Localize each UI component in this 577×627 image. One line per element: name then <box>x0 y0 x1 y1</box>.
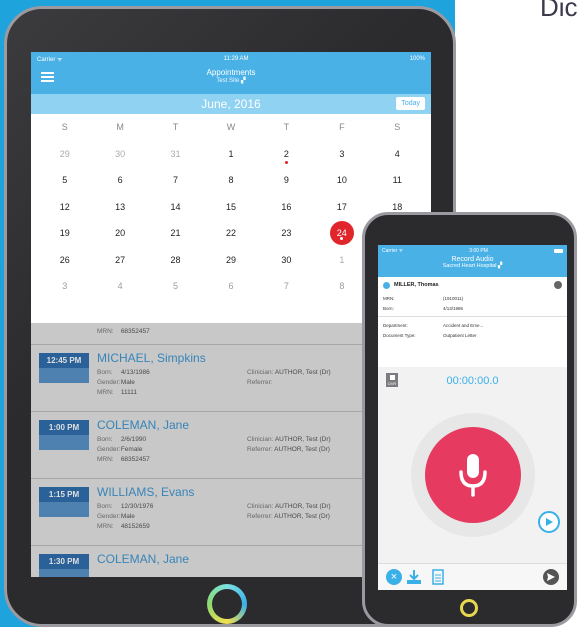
patient-header[interactable]: MILLER, Thomas <box>378 277 567 293</box>
patient-field: Document Type: Outpatient Letter <box>383 332 477 338</box>
calendar-day[interactable]: 30 <box>259 255 314 265</box>
nav-bar: Appointments Test Site ▞ <box>31 66 431 94</box>
user-icon <box>383 281 390 289</box>
document-icon[interactable] <box>430 569 446 585</box>
calendar-day[interactable]: 3 <box>37 281 92 291</box>
phone-carrier-label: Carrier ᯤ <box>382 247 404 254</box>
weekday-label: T <box>283 122 290 133</box>
building-icon: ▞ <box>241 78 246 84</box>
calendar-day[interactable]: 4 <box>92 281 147 291</box>
patient-field: Born: 4/13/1986 <box>383 305 464 311</box>
calendar-day[interactable]: 31 <box>148 149 203 159</box>
battery-icon <box>553 248 563 253</box>
calendar-day[interactable]: 17 <box>314 202 369 212</box>
phone-screen: Carrier ᯤ 3:00 PM Record Audio Sacred He… <box>378 245 567 590</box>
carrier-label: Carrier ᯤ <box>37 57 63 63</box>
calendar-day[interactable]: 30 <box>92 149 147 159</box>
play-button[interactable] <box>538 511 560 533</box>
month-label: June, 2016 <box>201 97 261 111</box>
month-header: June, 2016 Today <box>31 94 431 114</box>
calendar-day[interactable]: 20 <box>92 228 147 238</box>
weekday-label: F <box>339 122 345 133</box>
calendar-day[interactable]: 16 <box>259 202 314 212</box>
weekday-label: T <box>172 122 179 133</box>
download-icon[interactable] <box>406 569 422 585</box>
weekday-label: S <box>61 122 68 133</box>
phone-device: Carrier ᯤ 3:00 PM Record Audio Sacred He… <box>362 212 577 627</box>
calendar-day[interactable]: 7 <box>148 175 203 185</box>
calendar-day[interactable]: 9 <box>259 175 314 185</box>
battery-label: 100% <box>409 56 425 62</box>
calendar-day[interactable]: 19 <box>37 228 92 238</box>
weekday-label: W <box>226 122 236 133</box>
phone-time-label: 3:00 PM <box>469 247 488 254</box>
recording-timer: 00:00:00.0 <box>446 375 499 387</box>
flag-icon[interactable] <box>554 281 562 289</box>
patient-name: MILLER, Thomas <box>394 282 439 288</box>
site-subtitle: Test Site ▞ <box>216 78 246 84</box>
selected-day[interactable]: 24 <box>329 221 354 246</box>
weekday-label: S <box>394 122 401 133</box>
cancel-icon[interactable]: × <box>386 569 402 585</box>
recording-panel: OVR 00:00:00.0 <box>378 367 567 563</box>
calendar-day[interactable]: 10 <box>314 175 369 185</box>
calendar-day[interactable]: 29 <box>37 149 92 159</box>
calendar-day[interactable]: 4 <box>370 149 425 159</box>
play-icon <box>546 518 553 526</box>
home-button[interactable] <box>207 584 247 624</box>
calendar-week: 29 30 31 1 2 3 4 <box>37 141 425 168</box>
calendar-day[interactable]: 15 <box>203 202 258 212</box>
calendar-day[interactable]: 6 <box>92 175 147 185</box>
calendar-day[interactable]: 22 <box>203 228 258 238</box>
phone-home-button[interactable] <box>460 599 478 617</box>
record-button-ring <box>411 413 535 537</box>
event-dot <box>284 160 288 164</box>
record-button[interactable] <box>425 427 521 523</box>
calendar-day[interactable]: 18 <box>370 202 425 212</box>
today-button[interactable]: Today <box>396 97 425 110</box>
calendar-day[interactable]: 27 <box>92 255 147 265</box>
calendar-day[interactable]: 2 <box>259 149 314 164</box>
calendar-day[interactable]: 23 <box>259 228 314 238</box>
phone-page-title: Record Audio <box>451 256 494 263</box>
calendar-day[interactable]: 1 <box>203 149 258 159</box>
calendar-day[interactable]: 13 <box>92 202 147 212</box>
calendar-day[interactable]: 28 <box>148 255 203 265</box>
calendar-day[interactable]: 8 <box>203 175 258 185</box>
calendar-day[interactable]: 6 <box>203 281 258 291</box>
calendar-week: 12 13 14 15 16 17 18 <box>37 194 425 221</box>
page-title: Appointments <box>206 68 256 77</box>
patient-field: MRN: (1910011) <box>383 295 464 301</box>
calendar-day[interactable]: 21 <box>148 228 203 238</box>
calendar-day[interactable]: 5 <box>37 175 92 185</box>
weekday-label: M <box>116 122 124 133</box>
send-icon[interactable] <box>543 569 559 585</box>
hospital-subtitle: Sacred Heart Hospital ▞ <box>442 263 503 269</box>
calendar-day[interactable]: 5 <box>148 281 203 291</box>
time-label: 11:29 AM <box>223 56 249 62</box>
calendar-week: 5 6 7 8 9 10 11 <box>37 167 425 194</box>
bottom-toolbar: × <box>378 563 567 590</box>
status-bar: Carrier ᯤ 11:29 AM 100% <box>31 52 431 66</box>
building-icon: ▞ <box>498 263 503 269</box>
patient-field: Department: Accident and Eme... <box>383 322 484 328</box>
calendar-day[interactable]: 14 <box>148 202 203 212</box>
headline-text: Dic <box>540 0 577 22</box>
calendar-day[interactable]: 26 <box>37 255 92 265</box>
calendar-day[interactable]: 3 <box>314 149 369 159</box>
calendar-day[interactable]: 29 <box>203 255 258 265</box>
phone-nav-bar: Record Audio Sacred Heart Hospital ▞ <box>378 256 567 277</box>
calendar-day[interactable]: 7 <box>259 281 314 291</box>
calendar-day[interactable]: 11 <box>370 175 425 185</box>
calendar-day[interactable]: 12 <box>37 202 92 212</box>
phone-status-bar: Carrier ᯤ 3:00 PM <box>378 245 567 256</box>
microphone-icon <box>459 454 487 497</box>
